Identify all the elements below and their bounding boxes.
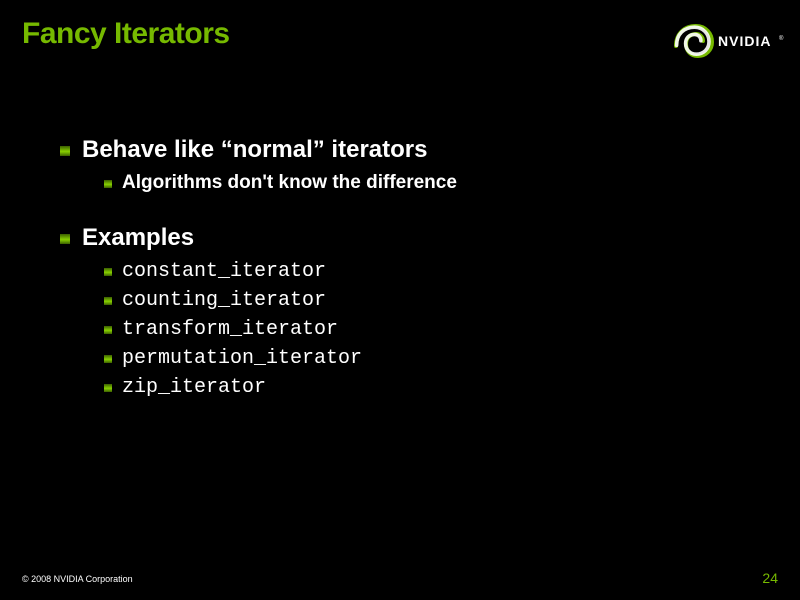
list-item: transform_iterator	[104, 317, 760, 342]
list-item: Algorithms don't know the difference	[104, 171, 760, 195]
code-text: transform_iterator	[122, 317, 338, 342]
bullet-text: Examples	[82, 223, 194, 253]
square-bullet-icon	[104, 268, 112, 276]
list-item: constant_iterator	[104, 259, 760, 284]
list-item: permutation_iterator	[104, 346, 760, 371]
nvidia-wordmark: NVIDIA	[718, 33, 771, 49]
bullet-list-level1: Behave like “normal” iterators Algorithm…	[60, 135, 760, 400]
bullet-text: Behave like “normal” iterators	[82, 135, 427, 165]
page-number: 24	[762, 570, 778, 586]
code-text: permutation_iterator	[122, 346, 362, 371]
list-item: Examples	[60, 223, 760, 253]
bullet-text: Algorithms don't know the difference	[122, 171, 457, 195]
slide-title: Fancy Iterators	[22, 17, 230, 51]
nvidia-eye-icon: NVIDIA ®	[658, 16, 788, 64]
bullet-list-level2: Algorithms don't know the difference	[104, 171, 760, 195]
square-bullet-icon	[104, 180, 112, 188]
square-bullet-icon	[104, 384, 112, 392]
bullet-list-level2: constant_iterator counting_iterator tran…	[104, 259, 760, 400]
square-bullet-icon	[104, 297, 112, 305]
list-item: Behave like “normal” iterators	[60, 135, 760, 165]
list-item: zip_iterator	[104, 375, 760, 400]
code-text: zip_iterator	[122, 375, 266, 400]
list-item: counting_iterator	[104, 288, 760, 313]
slide-body: Behave like “normal” iterators Algorithm…	[60, 135, 760, 428]
square-bullet-icon	[60, 146, 70, 156]
square-bullet-icon	[104, 355, 112, 363]
nvidia-logo: NVIDIA ®	[648, 10, 788, 70]
copyright-text: © 2008 NVIDIA Corporation	[22, 574, 133, 584]
square-bullet-icon	[60, 234, 70, 244]
registered-mark: ®	[779, 35, 784, 42]
slide: Fancy Iterators NVIDIA ® Behave like “no…	[0, 0, 800, 600]
code-text: counting_iterator	[122, 288, 326, 313]
code-text: constant_iterator	[122, 259, 326, 284]
square-bullet-icon	[104, 326, 112, 334]
